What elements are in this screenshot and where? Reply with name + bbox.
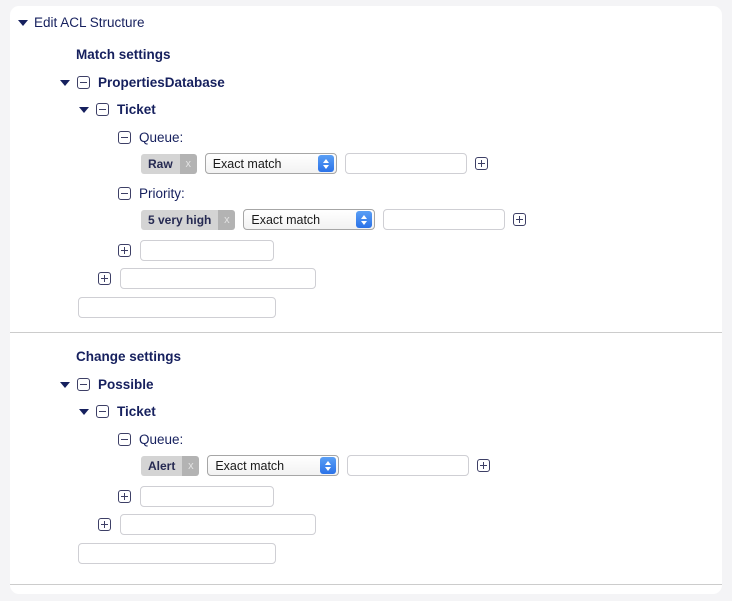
field-label-queue-change[interactable]: Queue: (118, 432, 183, 447)
triangle-down-icon[interactable] (18, 20, 28, 26)
acl-structure-header[interactable]: Edit ACL Structure (18, 15, 145, 30)
minus-box-icon[interactable] (77, 76, 90, 89)
plus-box-icon[interactable] (98, 272, 111, 285)
chevron-updown-icon[interactable] (317, 155, 334, 172)
minus-box-icon[interactable] (118, 131, 131, 144)
tree-node-possible[interactable]: Possible (60, 377, 154, 392)
match-type-select-queue-match[interactable]: Exact match (204, 153, 337, 174)
match-settings-title: Match settings (76, 47, 171, 62)
add-object-input-change[interactable] (120, 514, 316, 535)
add-row-root-change (78, 543, 276, 564)
field-row-priority-match: 5 very high x Exact match (141, 209, 527, 230)
tree-node-ticket-change[interactable]: Ticket (79, 404, 156, 419)
chip-remove-icon[interactable]: x (179, 153, 197, 174)
chip-remove-icon[interactable]: x (182, 455, 200, 476)
triangle-down-icon[interactable] (79, 409, 89, 415)
plus-box-icon[interactable] (118, 490, 131, 503)
plus-box-icon[interactable] (474, 157, 488, 170)
minus-box-icon[interactable] (118, 433, 131, 446)
add-root-input-match[interactable] (78, 297, 276, 318)
field-row-queue-match: Raw x Exact match (141, 153, 488, 174)
triangle-down-icon[interactable] (60, 382, 70, 388)
minus-box-icon[interactable] (96, 405, 109, 418)
add-row-root-match (78, 297, 276, 318)
value-input-queue-match[interactable] (344, 153, 467, 174)
minus-box-icon[interactable] (118, 187, 131, 200)
value-chip-raw[interactable]: Raw x (141, 153, 197, 174)
section-divider (10, 332, 722, 333)
field-label-queue-match[interactable]: Queue: (118, 130, 183, 145)
value-input-priority-match[interactable] (383, 209, 506, 230)
footer-divider (10, 584, 722, 585)
add-field-input-match[interactable] (140, 240, 274, 261)
value-input-queue-change[interactable] (347, 455, 470, 476)
change-settings-title: Change settings (76, 349, 182, 364)
plus-box-icon[interactable] (118, 244, 131, 257)
chevron-updown-icon[interactable] (356, 211, 373, 228)
minus-box-icon[interactable] (96, 103, 109, 116)
tree-node-propertiesdatabase[interactable]: PropertiesDatabase (60, 75, 225, 90)
add-row-object-change (98, 514, 316, 535)
acl-structure-panel: Edit ACL Structure Match settings Proper… (10, 6, 722, 594)
tree-node-ticket-match[interactable]: Ticket (79, 102, 156, 117)
value-chip-alert[interactable]: Alert x (141, 455, 200, 476)
plus-box-icon[interactable] (477, 459, 491, 472)
chevron-updown-icon[interactable] (320, 457, 337, 474)
plus-box-icon[interactable] (513, 213, 527, 226)
add-row-field-match (118, 240, 274, 261)
plus-box-icon[interactable] (98, 518, 111, 531)
value-chip-5-very-high[interactable]: 5 very high x (141, 209, 236, 230)
add-root-input-change[interactable] (78, 543, 276, 564)
field-label-priority-match[interactable]: Priority: (118, 186, 185, 201)
field-row-queue-change: Alert x Exact match (141, 455, 491, 476)
triangle-down-icon[interactable] (60, 80, 70, 86)
acl-structure-header-label: Edit ACL Structure (34, 15, 145, 30)
chip-remove-icon[interactable]: x (218, 209, 236, 230)
minus-box-icon[interactable] (77, 378, 90, 391)
match-type-select-queue-change[interactable]: Exact match (207, 455, 340, 476)
triangle-down-icon[interactable] (79, 107, 89, 113)
match-type-select-priority-match[interactable]: Exact match (243, 209, 376, 230)
add-row-field-change (118, 486, 274, 507)
add-object-input-match[interactable] (120, 268, 316, 289)
add-row-object-match (98, 268, 316, 289)
add-field-input-change[interactable] (140, 486, 274, 507)
